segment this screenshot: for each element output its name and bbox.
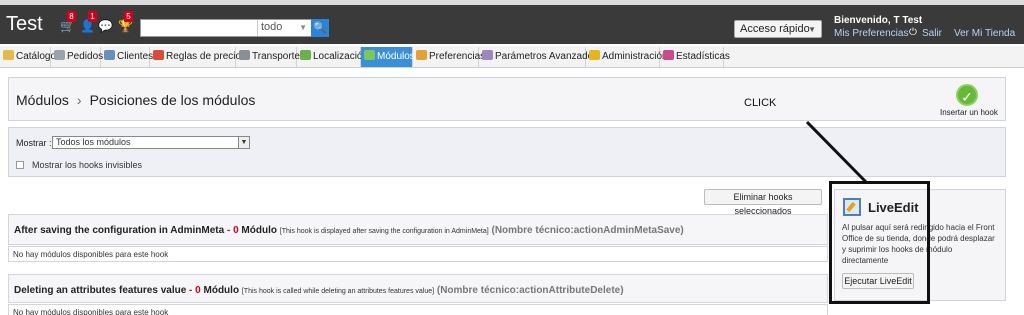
annotation-arrow-line [805,120,868,184]
annotation-arrow [805,120,868,184]
